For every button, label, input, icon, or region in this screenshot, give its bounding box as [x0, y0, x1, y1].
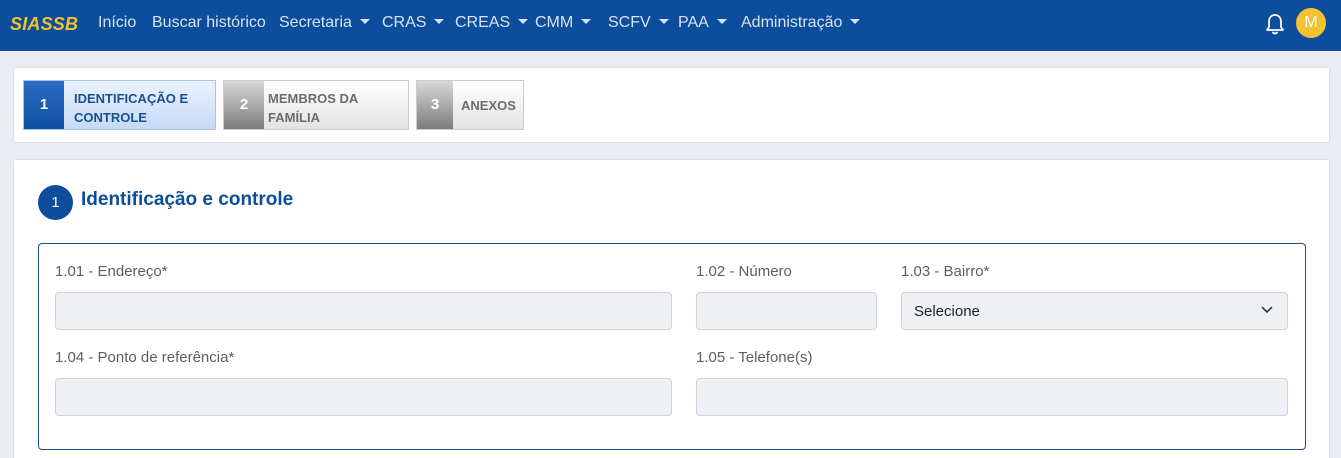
- nav-item-inicio[interactable]: Início: [98, 14, 136, 32]
- step-membros-familia[interactable]: 2 MEMBROS DA FAMÍLIA: [223, 80, 409, 130]
- step-label-line: MEMBROS DA: [268, 91, 359, 106]
- bairro-selected-value: Selecione: [914, 303, 980, 320]
- step-label-line: IDENTIFICAÇÃO E: [74, 91, 189, 106]
- nav-item-scfv[interactable]: SCFV: [608, 14, 669, 32]
- ponto-referencia-input[interactable]: [55, 378, 672, 416]
- step-label: ANEXOS: [461, 98, 516, 113]
- nav-item-secretaria[interactable]: Secretaria: [279, 14, 370, 32]
- step-number: 3: [417, 81, 453, 129]
- top-navbar: SIASSB Início Buscar histórico Secretari…: [0, 0, 1341, 51]
- user-avatar[interactable]: M: [1296, 8, 1326, 38]
- form-card: 1 Identificação e controle 1.01 - Endere…: [13, 159, 1330, 458]
- step-identificacao[interactable]: 1 IDENTIFICAÇÃO E CONTROLE: [23, 80, 216, 130]
- ponto-referencia-label: 1.04 - Ponto de referência*: [55, 349, 235, 366]
- section-number-badge: 1: [38, 185, 73, 220]
- telefones-label: 1.05 - Telefone(s): [696, 349, 813, 366]
- nav-item-label: Buscar histórico: [152, 14, 266, 31]
- numero-input[interactable]: [696, 292, 877, 330]
- step-label-line: CONTROLE: [74, 110, 147, 125]
- caret-down-icon: [850, 19, 861, 24]
- nav-item-administracao[interactable]: Administração: [741, 14, 861, 32]
- step-anexos[interactable]: 3 ANEXOS: [416, 80, 524, 130]
- step-number: 2: [224, 81, 264, 129]
- nav-item-label: SCFV: [608, 14, 651, 31]
- step-number: 1: [24, 81, 64, 129]
- nav-item-cmm[interactable]: CMM: [535, 14, 592, 32]
- step-label-line: FAMÍLIA: [268, 110, 320, 125]
- identification-fieldset: 1.01 - Endereço* 1.02 - Número 1.03 - Ba…: [38, 243, 1306, 450]
- caret-down-icon: [658, 19, 669, 24]
- caret-down-icon: [581, 19, 592, 24]
- caret-down-icon: [518, 19, 529, 24]
- caret-down-icon: [716, 19, 727, 24]
- wizard-steps: 1 IDENTIFICAÇÃO E CONTROLE 2 MEMBROS DA …: [13, 67, 1330, 143]
- caret-down-icon: [434, 19, 445, 24]
- nav-item-label: PAA: [678, 14, 709, 31]
- caret-down-icon: [359, 19, 370, 24]
- brand-logo[interactable]: SIASSB: [10, 14, 78, 35]
- nav-item-paa[interactable]: PAA: [678, 14, 727, 32]
- step-label: MEMBROS DA FAMÍLIA: [268, 89, 358, 127]
- endereco-label: 1.01 - Endereço*: [55, 263, 168, 280]
- telefones-input[interactable]: [696, 378, 1288, 416]
- nav-item-buscar-historico[interactable]: Buscar histórico: [152, 14, 266, 32]
- nav-item-label: CMM: [535, 14, 574, 31]
- step-label: IDENTIFICAÇÃO E CONTROLE: [74, 89, 188, 127]
- nav-item-label: Administração: [741, 14, 843, 31]
- chevron-down-icon: [1261, 306, 1273, 313]
- numero-label: 1.02 - Número: [696, 263, 792, 280]
- bairro-label: 1.03 - Bairro*: [901, 263, 990, 280]
- section-title: Identificação e controle: [81, 189, 294, 210]
- nav-item-creas[interactable]: CREAS: [455, 14, 529, 32]
- nav-item-label: Início: [98, 14, 137, 31]
- endereco-input[interactable]: [55, 292, 672, 330]
- nav-item-label: CREAS: [455, 14, 511, 31]
- bell-icon[interactable]: [1264, 12, 1286, 36]
- nav-item-label: CRAS: [382, 14, 427, 31]
- nav-item-label: Secretaria: [279, 14, 352, 31]
- nav-item-cras[interactable]: CRAS: [382, 14, 445, 32]
- bairro-select[interactable]: Selecione: [901, 292, 1288, 330]
